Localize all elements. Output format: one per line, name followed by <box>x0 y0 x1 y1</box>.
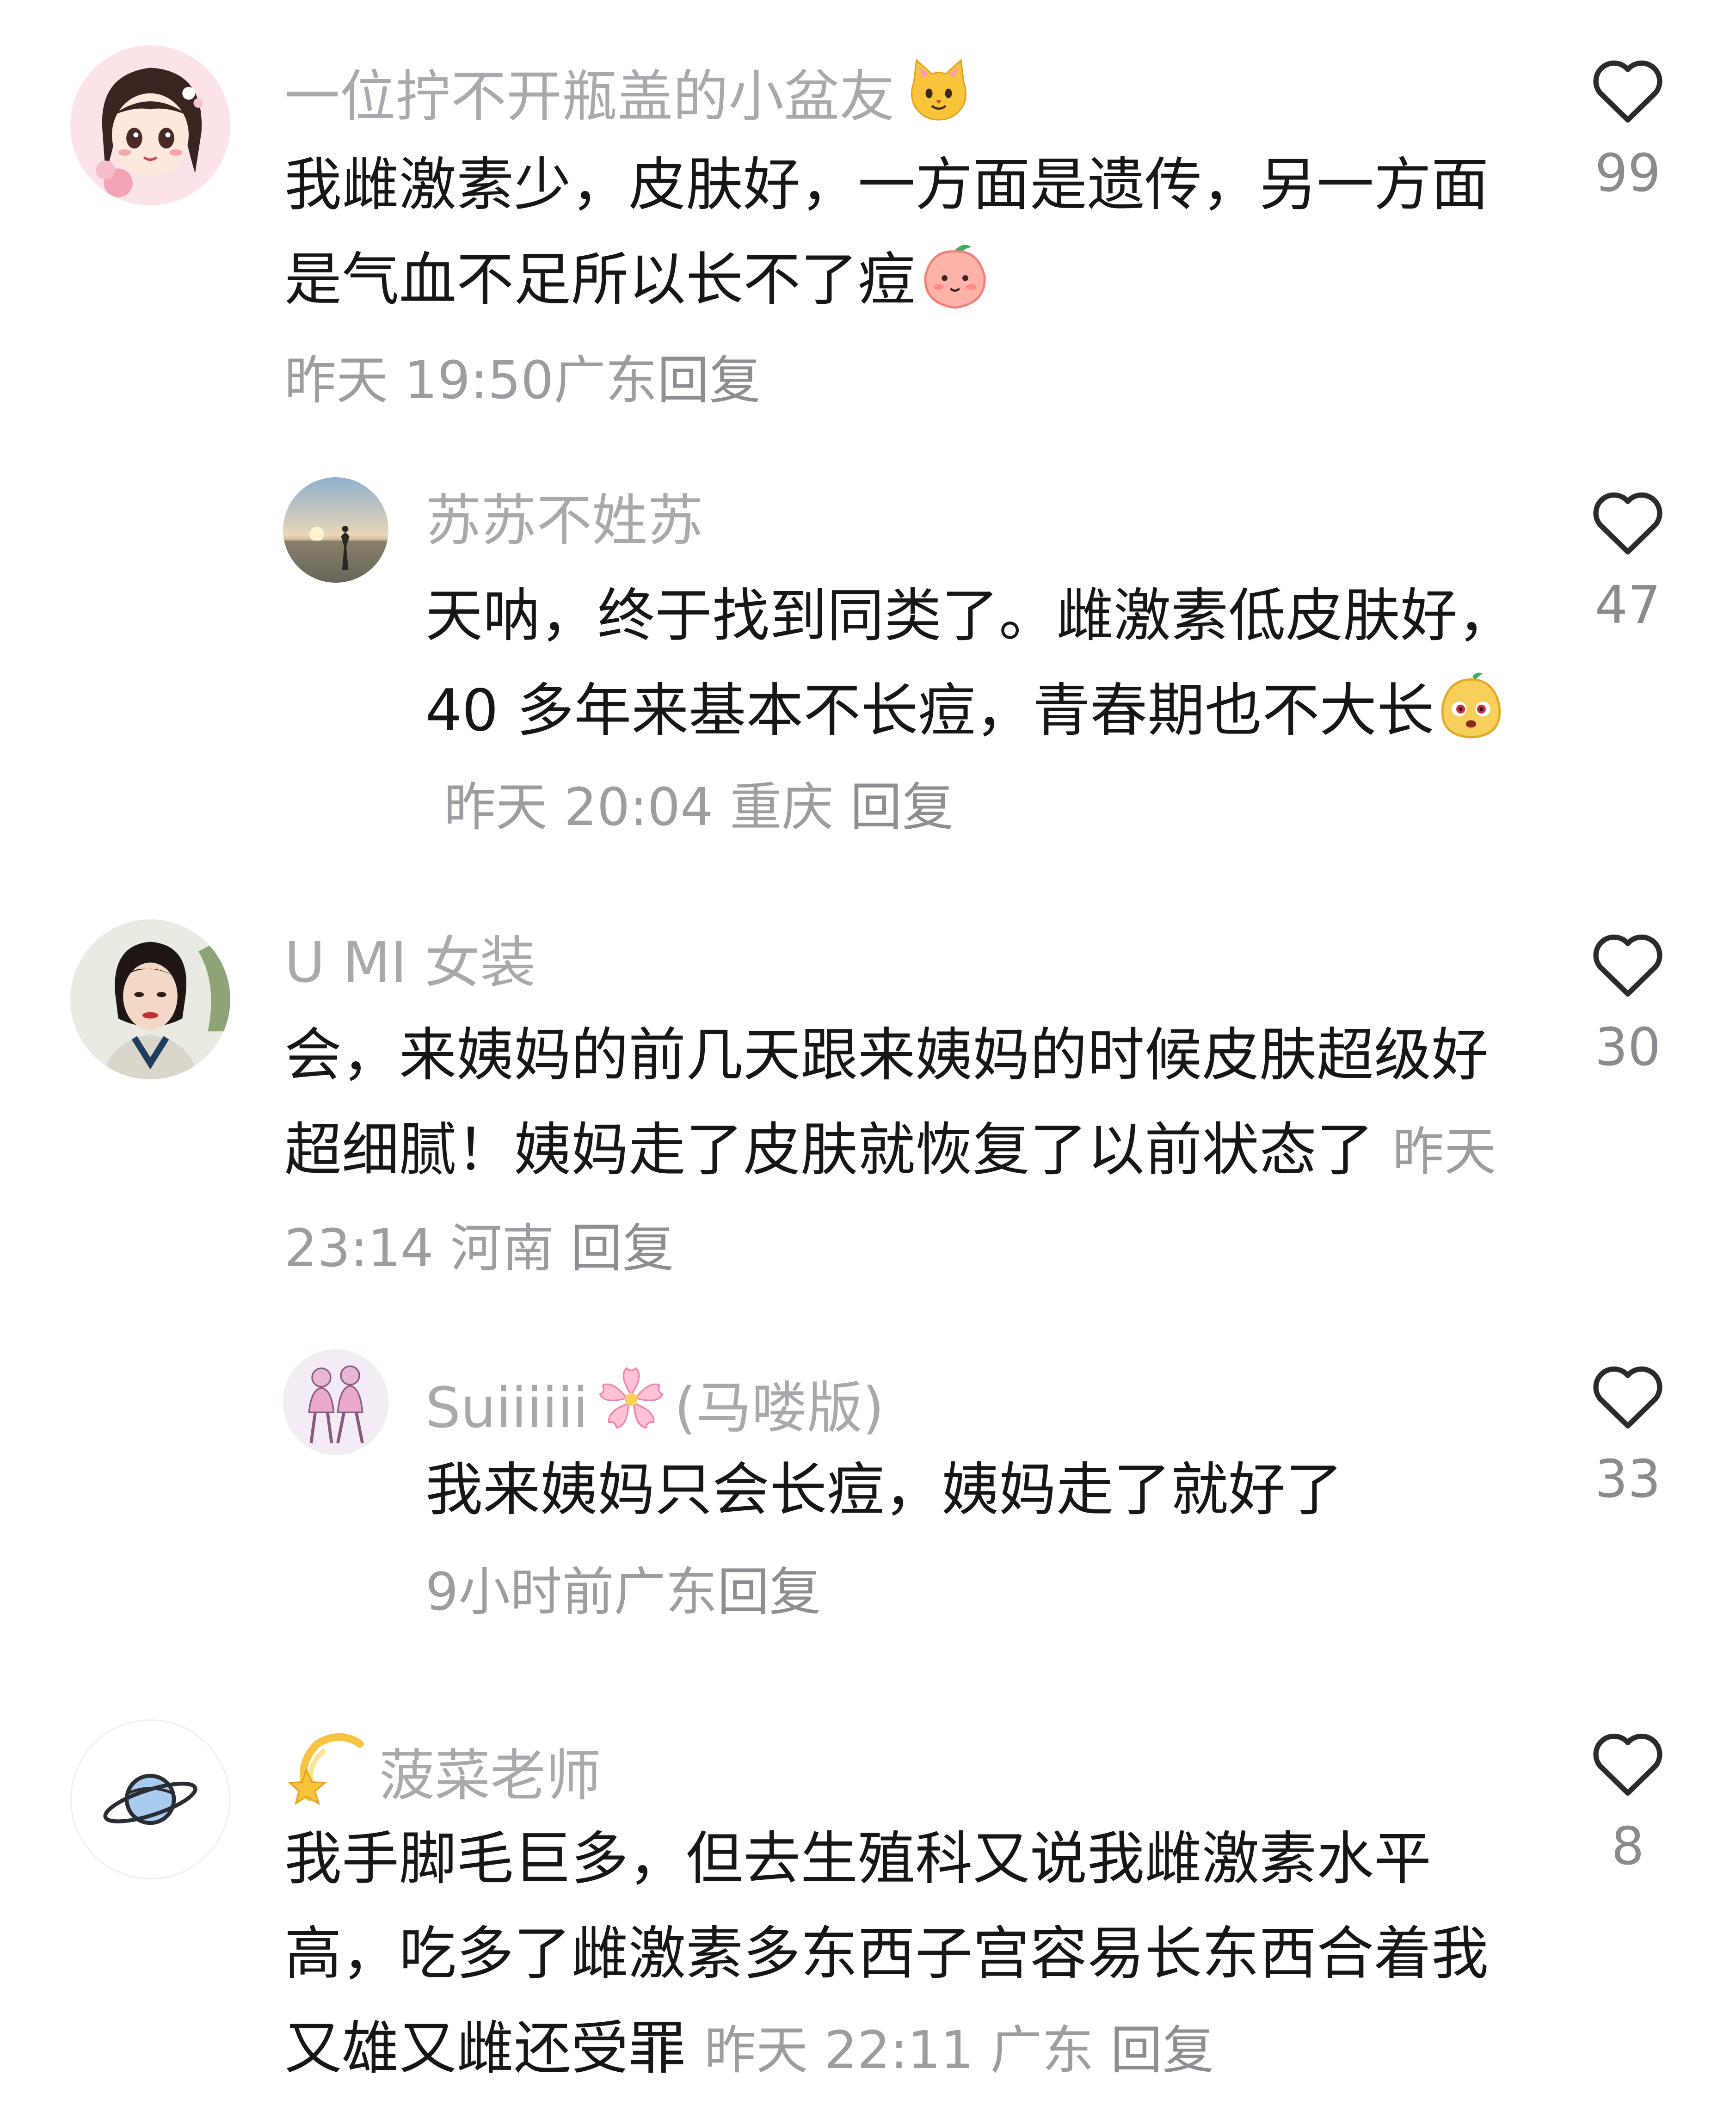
heart-outline-icon <box>1593 1366 1662 1428</box>
username[interactable]: Suiiiiii (马喽版) <box>425 1359 884 1443</box>
comment-meta: 昨天 22:11 广东 回复 <box>704 2020 1214 2081</box>
username-text: 菠菜老师 <box>379 1744 601 1808</box>
like-count: 99 <box>1594 143 1661 203</box>
anime-girl-avatar-icon <box>70 45 230 205</box>
comment-time: 昨天 22:11 <box>704 2020 974 2081</box>
username-text: 苏苏不姓苏 <box>425 489 703 553</box>
like-count: 33 <box>1594 1449 1661 1509</box>
username[interactable]: 菠菜老师 <box>284 1729 601 1811</box>
avatar[interactable] <box>70 1719 230 1879</box>
heart-outline-icon <box>1593 1733 1662 1796</box>
comment-list: 一位拧不开瓶盖的小盆友 我雌激素少，皮肤好，一方面是遗传，另一方面是气血不足所以… <box>0 0 1736 2118</box>
like-button[interactable]: 47 <box>1568 484 1688 635</box>
reply-button[interactable]: 回复 <box>571 1219 674 1279</box>
username[interactable]: 苏苏不姓苏 <box>425 486 703 556</box>
comment-meta: 9小时前广东回复 <box>425 1558 821 1627</box>
cat-face-emoji-icon <box>904 55 973 124</box>
sketch-couple-avatar-icon <box>284 1351 387 1453</box>
like-button[interactable]: 30 <box>1568 926 1688 1077</box>
comment-location: 重庆 <box>730 777 834 837</box>
peach-face-emoji-icon <box>918 238 992 312</box>
heart-outline-icon <box>1593 934 1662 997</box>
comment-text-content: 我来姨妈只会长痘，姨妈走了就好了 <box>425 1457 1343 1523</box>
username[interactable]: U MI 女装 <box>284 929 536 998</box>
reply-button[interactable]: 回复 <box>850 777 954 837</box>
comment-text-content: 我雌激素少，皮肤好，一方面是遗传，另一方面是气血不足所以长不了痘 <box>284 152 1489 313</box>
comment-location: 河南 <box>450 1219 554 1279</box>
comment-location: 广东 <box>614 1562 718 1622</box>
username[interactable]: 一位拧不开瓶盖的小盆友 <box>284 55 973 132</box>
planet-avatar-icon <box>72 1721 229 1878</box>
comment-text: 天呐，终于找到同类了。雌激素低皮肤好，40 多年来基本不长痘，青春期也不大长 昨… <box>425 569 1521 855</box>
comment-text: 我手脚毛巨多，但去生殖科又说我雌激素水平高，吃多了雌激素多东西子宫容易长东西合着… <box>284 1812 1524 2098</box>
like-button[interactable]: 33 <box>1568 1358 1688 1509</box>
sunset-beach-avatar-icon <box>283 477 388 583</box>
heart-outline-icon <box>1593 492 1662 554</box>
comment-meta: 昨天 20:04 重庆 回复 <box>444 777 954 837</box>
comment-text-content: 会，来姨妈的前几天跟来姨妈的时候皮肤超级好超细腻！姨妈走了皮肤就恢复了以前状态了 <box>284 1022 1489 1183</box>
comment-meta: 昨天 19:50广东回复 <box>284 346 761 415</box>
like-count: 8 <box>1611 1816 1644 1877</box>
avatar[interactable] <box>70 919 230 1079</box>
comment-location: 广东 <box>554 351 658 411</box>
username-text: Suiiiiii <box>425 1376 589 1441</box>
shocked-bean-emoji-icon <box>1434 669 1508 743</box>
like-count: 47 <box>1594 575 1661 635</box>
avatar[interactable] <box>283 477 388 583</box>
reply-button[interactable]: 回复 <box>1110 2020 1214 2081</box>
cherry-blossom-emoji-icon <box>592 1359 671 1437</box>
comment-time: 昨天 20:04 <box>444 777 714 837</box>
comment-text: 我雌激素少，皮肤好，一方面是遗传，另一方面是气血不足所以长不了痘 <box>284 138 1524 327</box>
comment-text: 我来姨妈只会长痘，姨妈走了就好了 <box>425 1443 1521 1538</box>
comment-text: 会，来姨妈的前几天跟来姨妈的时候皮肤超级好超细腻！姨妈走了皮肤就恢复了以前状态了… <box>284 1008 1524 1296</box>
shooting-star-emoji-icon <box>284 1729 365 1805</box>
username-text: U MI 女装 <box>284 931 536 995</box>
avatar[interactable] <box>283 1349 388 1455</box>
comment-text-content: 天呐，终于找到同类了。雌激素低皮肤好，40 多年来基本不长痘，青春期也不大长 <box>425 583 1515 744</box>
heart-outline-icon <box>1593 60 1662 123</box>
reply-button[interactable]: 回复 <box>657 351 761 411</box>
username-text: 一位拧不开瓶盖的小盆友 <box>284 65 895 129</box>
reply-button[interactable]: 回复 <box>717 1562 821 1622</box>
comment-time: 昨天 19:50 <box>284 351 554 411</box>
like-count: 30 <box>1594 1017 1661 1077</box>
avatar[interactable] <box>70 45 230 205</box>
comment-location: 广东 <box>990 2020 1094 2081</box>
woman-portrait-avatar-icon <box>70 919 230 1079</box>
username-suffix: (马喽版) <box>674 1376 884 1441</box>
like-button[interactable]: 99 <box>1568 52 1688 203</box>
like-button[interactable]: 8 <box>1568 1725 1688 1877</box>
comment-time: 9小时前 <box>425 1562 614 1622</box>
